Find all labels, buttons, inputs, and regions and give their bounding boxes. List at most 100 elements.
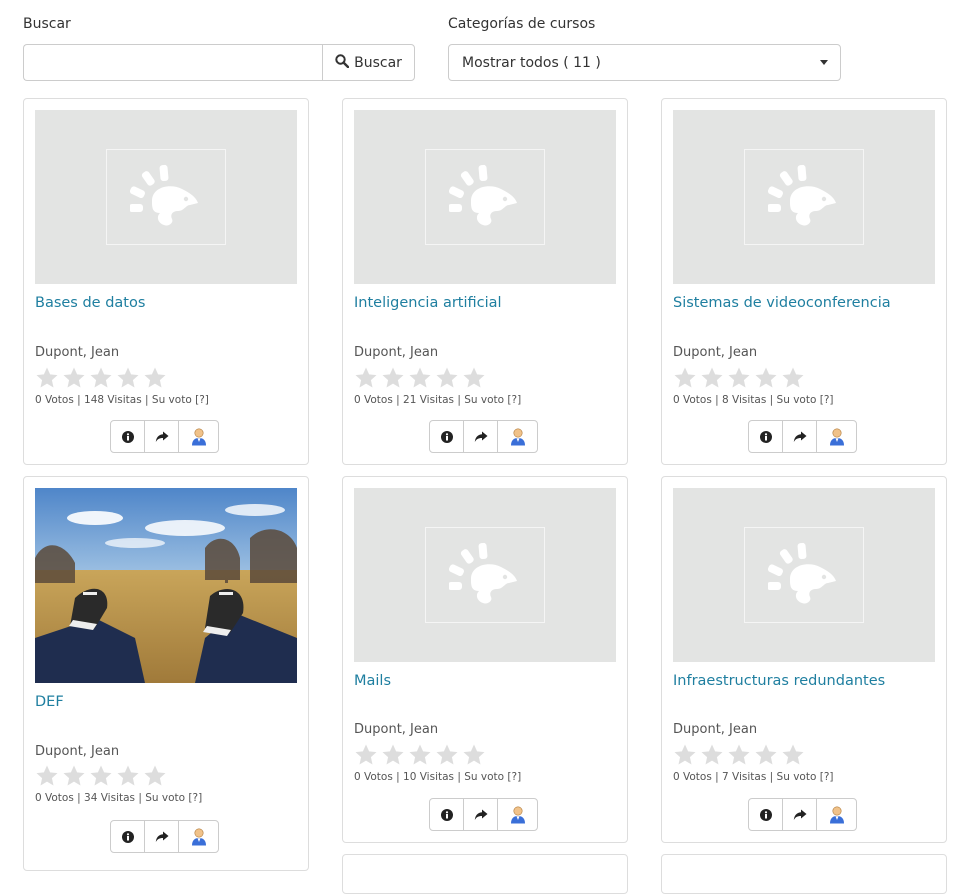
course-thumbnail[interactable] xyxy=(354,110,616,284)
course-teacher[interactable]: Dupont, Jean xyxy=(673,345,757,360)
chamilo-logo-icon xyxy=(744,149,864,245)
star-icon[interactable] xyxy=(381,366,405,390)
info-icon xyxy=(121,430,134,443)
share-button[interactable] xyxy=(144,420,179,453)
star-icon[interactable] xyxy=(408,743,432,767)
share-icon xyxy=(793,809,806,820)
vote-help-link[interactable]: [?] xyxy=(820,771,834,783)
info-icon xyxy=(440,430,453,443)
star-icon[interactable] xyxy=(89,764,113,788)
star-icon[interactable] xyxy=(354,743,378,767)
vote-help-link[interactable]: [?] xyxy=(195,394,209,406)
share-button[interactable] xyxy=(144,820,179,853)
user-button[interactable] xyxy=(816,420,857,453)
course-thumbnail[interactable] xyxy=(35,488,297,683)
user-button[interactable] xyxy=(816,798,857,831)
star-icon[interactable] xyxy=(62,764,86,788)
user-icon xyxy=(829,428,844,445)
star-icon[interactable] xyxy=(673,743,697,767)
star-icon[interactable] xyxy=(727,743,751,767)
course-teacher[interactable]: Dupont, Jean xyxy=(35,744,119,759)
course-teacher[interactable]: Dupont, Jean xyxy=(354,345,438,360)
course-actions xyxy=(748,420,857,453)
star-icon[interactable] xyxy=(381,743,405,767)
star-icon[interactable] xyxy=(116,366,140,390)
vote-help-link[interactable]: [?] xyxy=(188,792,202,804)
chamilo-logo-icon xyxy=(744,527,864,623)
course-title[interactable]: Infraestructuras redundantes xyxy=(673,673,885,689)
star-icon[interactable] xyxy=(408,366,432,390)
star-icon[interactable] xyxy=(727,366,751,390)
vote-help-link[interactable]: [?] xyxy=(507,771,521,783)
course-title[interactable]: Mails xyxy=(354,673,391,689)
course-teacher[interactable]: Dupont, Jean xyxy=(354,722,438,737)
course-thumbnail[interactable] xyxy=(673,110,935,284)
star-icon[interactable] xyxy=(89,366,113,390)
info-button[interactable] xyxy=(748,420,783,453)
course-title[interactable]: Sistemas de videoconferencia xyxy=(673,295,891,311)
star-icon[interactable] xyxy=(700,366,724,390)
star-icon[interactable] xyxy=(35,366,59,390)
star-icon[interactable] xyxy=(754,366,778,390)
star-icon[interactable] xyxy=(781,366,805,390)
info-button[interactable] xyxy=(429,798,464,831)
share-button[interactable] xyxy=(463,420,498,453)
rating-stars xyxy=(35,366,167,390)
star-icon[interactable] xyxy=(435,743,459,767)
course-title[interactable]: DEF xyxy=(35,694,64,710)
course-actions xyxy=(429,798,538,831)
star-icon[interactable] xyxy=(435,366,459,390)
star-icon[interactable] xyxy=(116,764,140,788)
course-title[interactable]: Inteligencia artificial xyxy=(354,295,502,311)
course-stats-text: 0 Votos | 10 Visitas | Su voto xyxy=(354,771,505,783)
course-card-partial xyxy=(661,854,947,894)
course-teacher[interactable]: Dupont, Jean xyxy=(35,345,119,360)
star-icon[interactable] xyxy=(143,366,167,390)
course-thumbnail[interactable] xyxy=(354,488,616,662)
star-icon[interactable] xyxy=(62,366,86,390)
user-button[interactable] xyxy=(497,420,538,453)
info-icon xyxy=(440,808,453,821)
star-icon[interactable] xyxy=(462,366,486,390)
share-button[interactable] xyxy=(782,798,817,831)
info-button[interactable] xyxy=(110,420,145,453)
course-teacher[interactable]: Dupont, Jean xyxy=(673,722,757,737)
categories-select[interactable]: Mostrar todos ( 11 ) xyxy=(448,44,841,81)
share-icon xyxy=(155,431,168,442)
share-icon xyxy=(793,431,806,442)
user-icon xyxy=(510,428,525,445)
user-button[interactable] xyxy=(178,420,219,453)
course-actions xyxy=(110,420,219,453)
star-icon[interactable] xyxy=(700,743,724,767)
search-icon xyxy=(335,53,350,72)
user-button[interactable] xyxy=(178,820,219,853)
course-thumbnail[interactable] xyxy=(35,110,297,284)
star-icon[interactable] xyxy=(781,743,805,767)
info-button[interactable] xyxy=(748,798,783,831)
star-icon[interactable] xyxy=(754,743,778,767)
info-button[interactable] xyxy=(429,420,464,453)
rating-stars xyxy=(35,764,167,788)
vote-help-link[interactable]: [?] xyxy=(507,394,521,406)
user-icon xyxy=(191,428,206,445)
chamilo-logo-icon xyxy=(425,149,545,245)
search-form: Buscar xyxy=(23,44,415,81)
star-icon[interactable] xyxy=(35,764,59,788)
user-button[interactable] xyxy=(497,798,538,831)
course-title[interactable]: Bases de datos xyxy=(35,295,145,311)
star-icon[interactable] xyxy=(673,366,697,390)
star-icon[interactable] xyxy=(354,366,378,390)
vote-help-link[interactable]: [?] xyxy=(820,394,834,406)
info-icon xyxy=(121,830,134,843)
star-icon[interactable] xyxy=(143,764,167,788)
course-card: Inteligencia artificial Dupont, Jean 0 V… xyxy=(342,98,628,465)
info-button[interactable] xyxy=(110,820,145,853)
star-icon[interactable] xyxy=(462,743,486,767)
search-input[interactable] xyxy=(23,44,322,81)
share-button[interactable] xyxy=(782,420,817,453)
share-button[interactable] xyxy=(463,798,498,831)
search-button[interactable]: Buscar xyxy=(322,44,415,81)
course-stats: 0 Votos | 21 Visitas | Su voto [?] xyxy=(354,394,521,406)
course-thumbnail[interactable] xyxy=(673,488,935,662)
course-stats: 0 Votos | 8 Visitas | Su voto [?] xyxy=(673,394,834,406)
